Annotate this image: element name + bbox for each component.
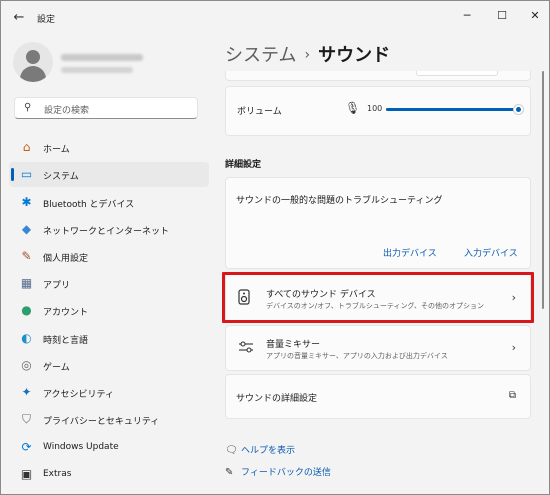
network-icon: ◆: [21, 222, 32, 236]
output-device-button[interactable]: 出力デバイス: [383, 246, 437, 259]
volume-slider-fill: [386, 108, 518, 111]
sidebar-item-0[interactable]: ⌂ ホーム: [9, 135, 209, 160]
sidebar-item-4[interactable]: ✎ 個人用設定: [9, 244, 209, 269]
feedback-icon: ✎: [225, 467, 234, 478]
sidebar-item-label: ゲーム: [43, 363, 70, 373]
search-placeholder: 設定の検索: [44, 106, 90, 116]
sidebar-item-label: システム: [43, 172, 79, 182]
input-device-button[interactable]: 入力デバイス: [464, 246, 518, 259]
window-title: 設定: [37, 15, 56, 25]
sidebar-item-label: 時刻と言語: [43, 336, 89, 346]
sidebar-item-9[interactable]: ✦ アクセシビリティ: [9, 380, 209, 405]
search-icon: ⚲: [24, 102, 32, 113]
search-input[interactable]: ⚲ 設定の検索: [14, 97, 198, 119]
sidebar-item-label: Extras: [43, 469, 72, 479]
breadcrumb: システム › サウンド: [225, 41, 390, 67]
settings-window: ← 設定 ─ ☐ ✕ ⚲ 設定の検索 ⌂ ホーム ▭ システム ✱ Bluetooth と…: [0, 0, 550, 495]
sidebar-item-label: ネットワークとインターネット: [43, 227, 170, 237]
highlight-annotation: [222, 272, 534, 323]
avatar[interactable]: [13, 42, 53, 82]
sidebar-item-6[interactable]: ● アカウント: [9, 298, 209, 323]
help-link[interactable]: 🗨 ヘルプを表示: [225, 443, 295, 456]
sidebar-item-label: アカウント: [43, 308, 89, 318]
windows-update-icon: ⟳: [21, 440, 32, 454]
back-arrow-icon[interactable]: ←: [11, 10, 27, 26]
volume-slider[interactable]: [386, 104, 524, 115]
volume-slider-thumb[interactable]: [513, 104, 524, 115]
volume-card: ボリューム 🎙 100: [225, 86, 531, 136]
account-icon: ●: [21, 303, 32, 317]
sidebar-item-label: Windows Update: [43, 442, 119, 452]
sidebar-item-label: ホーム: [43, 145, 70, 155]
account-email-redacted: [61, 67, 133, 73]
minimize-button[interactable]: ─: [457, 7, 477, 25]
home-icon: ⌂: [22, 140, 31, 154]
title-bar: ← 設定 ─ ☐ ✕: [1, 1, 549, 35]
sidebar-item-8[interactable]: ◎ ゲーム: [9, 353, 209, 378]
account-name-redacted: [61, 54, 143, 61]
close-button[interactable]: ✕: [525, 7, 545, 25]
avatar-body: [20, 66, 46, 82]
breadcrumb-separator: ›: [304, 47, 311, 63]
avatar-head: [26, 50, 40, 64]
mixer-icon: [238, 340, 254, 357]
volume-mixer-subtitle: アプリの音量ミキサー、アプリの入力および出力デバイス: [266, 352, 448, 360]
sidebar-item-label: 個人用設定: [43, 254, 89, 264]
sidebar-item-label: プライバシーとセキュリティ: [43, 417, 160, 427]
accessibility-icon: ✦: [21, 385, 32, 399]
volume-mixer-title: 音量ミキサー: [266, 340, 321, 350]
chevron-right-icon: ›: [511, 341, 516, 354]
personalization-icon: ✎: [21, 249, 32, 263]
sidebar-item-1[interactable]: ▭ システム: [9, 162, 209, 187]
more-sound-settings-row[interactable]: サウンドの詳細設定 ⧉: [225, 374, 531, 419]
sidebar-item-12[interactable]: ▣ Extras: [9, 462, 209, 487]
sidebar-item-11[interactable]: ⟳ Windows Update: [9, 435, 209, 460]
selection-indicator: [11, 168, 14, 181]
troubleshoot-card: サウンドの一般的な問題のトラブルシューティング 出力デバイス 入力デバイス: [225, 177, 531, 269]
volume-label: ボリューム: [237, 107, 282, 117]
volume-mixer-row[interactable]: 音量ミキサー アプリの音量ミキサー、アプリの入力および出力デバイス ›: [225, 325, 531, 371]
previous-card-control[interactable]: [416, 71, 498, 76]
more-sound-settings-title: サウンドの詳細設定: [236, 394, 318, 404]
feedback-link[interactable]: ✎ フィードバックの送信: [225, 465, 331, 478]
sidebar-item-label: Bluetooth とデバイス: [43, 200, 135, 210]
gaming-icon: ◎: [21, 358, 32, 372]
time-language-icon: ◐: [21, 331, 32, 345]
sidebar-item-3[interactable]: ◆ ネットワークとインターネット: [9, 217, 209, 242]
bluetooth-icon: ✱: [21, 195, 32, 209]
help-link-label: ヘルプを表示: [241, 446, 296, 456]
sidebar-item-label: アプリ: [43, 281, 71, 291]
microphone-icon: 🎙: [345, 101, 361, 115]
sidebar-item-5[interactable]: ▦ アプリ: [9, 271, 209, 296]
page-title: サウンド: [318, 45, 391, 66]
scrollbar[interactable]: [542, 71, 544, 309]
system-icon: ▭: [20, 167, 33, 181]
section-title-advanced: 詳細設定: [225, 160, 262, 170]
feedback-link-label: フィードバックの送信: [241, 468, 331, 478]
volume-value: 100: [367, 104, 383, 113]
sidebar-item-10[interactable]: ⛉ プライバシーとセキュリティ: [9, 407, 209, 432]
breadcrumb-parent[interactable]: システム: [225, 45, 296, 66]
sidebar-item-label: アクセシビリティ: [43, 390, 115, 400]
sidebar-item-2[interactable]: ✱ Bluetooth とデバイス: [9, 190, 209, 215]
extras-icon: ▣: [20, 467, 33, 481]
open-external-icon: ⧉: [508, 390, 516, 401]
troubleshoot-title: サウンドの一般的な問題のトラブルシューティング: [236, 196, 443, 206]
shield-icon: ⛉: [21, 412, 31, 426]
apps-icon: ▦: [20, 276, 33, 290]
help-icon: 🗨: [225, 445, 238, 456]
previous-card: [225, 71, 531, 81]
maximize-button[interactable]: ☐: [492, 7, 512, 25]
sidebar-item-7[interactable]: ◐ 時刻と言語: [9, 326, 209, 351]
